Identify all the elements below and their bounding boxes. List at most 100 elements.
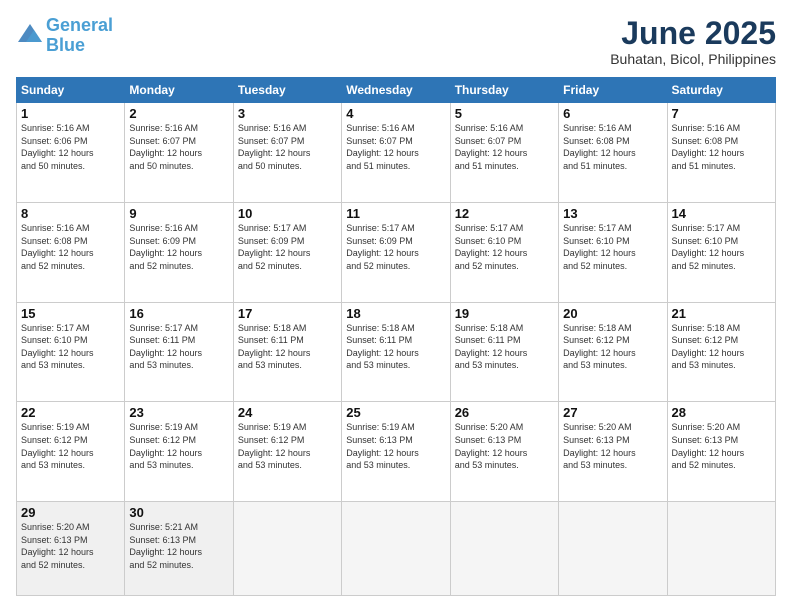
calendar-cell: 28Sunrise: 5:20 AM Sunset: 6:13 PM Dayli… [667,402,775,502]
calendar-week-1: 1Sunrise: 5:16 AM Sunset: 6:06 PM Daylig… [17,103,776,203]
weekday-monday: Monday [125,78,233,103]
calendar-cell: 27Sunrise: 5:20 AM Sunset: 6:13 PM Dayli… [559,402,667,502]
calendar-cell: 23Sunrise: 5:19 AM Sunset: 6:12 PM Dayli… [125,402,233,502]
day-info: Sunrise: 5:17 AM Sunset: 6:10 PM Dayligh… [455,222,554,272]
day-number: 21 [672,306,771,321]
calendar-cell: 21Sunrise: 5:18 AM Sunset: 6:12 PM Dayli… [667,302,775,402]
logo: General Blue [16,16,113,56]
day-number: 19 [455,306,554,321]
day-info: Sunrise: 5:17 AM Sunset: 6:11 PM Dayligh… [129,322,228,372]
weekday-friday: Friday [559,78,667,103]
day-number: 28 [672,405,771,420]
day-info: Sunrise: 5:19 AM Sunset: 6:12 PM Dayligh… [238,421,337,471]
page: General Blue June 2025 Buhatan, Bicol, P… [0,0,792,612]
calendar-cell: 9Sunrise: 5:16 AM Sunset: 6:09 PM Daylig… [125,202,233,302]
day-number: 23 [129,405,228,420]
day-info: Sunrise: 5:17 AM Sunset: 6:10 PM Dayligh… [672,222,771,272]
day-info: Sunrise: 5:19 AM Sunset: 6:13 PM Dayligh… [346,421,445,471]
calendar-cell: 6Sunrise: 5:16 AM Sunset: 6:08 PM Daylig… [559,103,667,203]
calendar-cell: 16Sunrise: 5:17 AM Sunset: 6:11 PM Dayli… [125,302,233,402]
calendar-cell: 3Sunrise: 5:16 AM Sunset: 6:07 PM Daylig… [233,103,341,203]
calendar-cell [450,502,558,596]
day-info: Sunrise: 5:16 AM Sunset: 6:07 PM Dayligh… [346,122,445,172]
day-info: Sunrise: 5:16 AM Sunset: 6:07 PM Dayligh… [455,122,554,172]
calendar-cell: 30Sunrise: 5:21 AM Sunset: 6:13 PM Dayli… [125,502,233,596]
day-number: 27 [563,405,662,420]
calendar-table: SundayMondayTuesdayWednesdayThursdayFrid… [16,77,776,596]
day-number: 30 [129,505,228,520]
day-info: Sunrise: 5:16 AM Sunset: 6:07 PM Dayligh… [238,122,337,172]
calendar-cell: 26Sunrise: 5:20 AM Sunset: 6:13 PM Dayli… [450,402,558,502]
day-number: 25 [346,405,445,420]
calendar-cell: 4Sunrise: 5:16 AM Sunset: 6:07 PM Daylig… [342,103,450,203]
day-info: Sunrise: 5:18 AM Sunset: 6:12 PM Dayligh… [672,322,771,372]
day-info: Sunrise: 5:19 AM Sunset: 6:12 PM Dayligh… [21,421,120,471]
logo-text: General Blue [46,16,113,56]
day-number: 20 [563,306,662,321]
location: Buhatan, Bicol, Philippines [610,51,776,67]
day-info: Sunrise: 5:20 AM Sunset: 6:13 PM Dayligh… [21,521,120,571]
calendar-cell: 22Sunrise: 5:19 AM Sunset: 6:12 PM Dayli… [17,402,125,502]
day-number: 24 [238,405,337,420]
weekday-wednesday: Wednesday [342,78,450,103]
calendar-cell: 5Sunrise: 5:16 AM Sunset: 6:07 PM Daylig… [450,103,558,203]
logo-line2: Blue [46,35,85,55]
day-number: 14 [672,206,771,221]
day-info: Sunrise: 5:21 AM Sunset: 6:13 PM Dayligh… [129,521,228,571]
day-number: 7 [672,106,771,121]
day-number: 2 [129,106,228,121]
calendar-cell: 29Sunrise: 5:20 AM Sunset: 6:13 PM Dayli… [17,502,125,596]
calendar-cell: 17Sunrise: 5:18 AM Sunset: 6:11 PM Dayli… [233,302,341,402]
day-info: Sunrise: 5:16 AM Sunset: 6:08 PM Dayligh… [672,122,771,172]
day-number: 17 [238,306,337,321]
day-info: Sunrise: 5:17 AM Sunset: 6:09 PM Dayligh… [346,222,445,272]
calendar-cell [342,502,450,596]
calendar-cell: 7Sunrise: 5:16 AM Sunset: 6:08 PM Daylig… [667,103,775,203]
day-info: Sunrise: 5:20 AM Sunset: 6:13 PM Dayligh… [455,421,554,471]
day-info: Sunrise: 5:16 AM Sunset: 6:09 PM Dayligh… [129,222,228,272]
header: General Blue June 2025 Buhatan, Bicol, P… [16,16,776,67]
day-info: Sunrise: 5:18 AM Sunset: 6:12 PM Dayligh… [563,322,662,372]
weekday-thursday: Thursday [450,78,558,103]
weekday-tuesday: Tuesday [233,78,341,103]
weekday-sunday: Sunday [17,78,125,103]
day-number: 18 [346,306,445,321]
day-number: 1 [21,106,120,121]
calendar-cell: 8Sunrise: 5:16 AM Sunset: 6:08 PM Daylig… [17,202,125,302]
day-info: Sunrise: 5:20 AM Sunset: 6:13 PM Dayligh… [672,421,771,471]
calendar-week-4: 22Sunrise: 5:19 AM Sunset: 6:12 PM Dayli… [17,402,776,502]
day-number: 16 [129,306,228,321]
day-info: Sunrise: 5:19 AM Sunset: 6:12 PM Dayligh… [129,421,228,471]
day-number: 6 [563,106,662,121]
day-number: 9 [129,206,228,221]
day-info: Sunrise: 5:16 AM Sunset: 6:07 PM Dayligh… [129,122,228,172]
day-number: 29 [21,505,120,520]
month-title: June 2025 [610,16,776,51]
calendar-cell: 14Sunrise: 5:17 AM Sunset: 6:10 PM Dayli… [667,202,775,302]
calendar-cell [233,502,341,596]
logo-line1: General [46,15,113,35]
day-info: Sunrise: 5:17 AM Sunset: 6:10 PM Dayligh… [563,222,662,272]
calendar-cell: 12Sunrise: 5:17 AM Sunset: 6:10 PM Dayli… [450,202,558,302]
calendar-week-2: 8Sunrise: 5:16 AM Sunset: 6:08 PM Daylig… [17,202,776,302]
calendar-cell [667,502,775,596]
day-number: 10 [238,206,337,221]
day-info: Sunrise: 5:16 AM Sunset: 6:06 PM Dayligh… [21,122,120,172]
calendar-cell: 18Sunrise: 5:18 AM Sunset: 6:11 PM Dayli… [342,302,450,402]
calendar-cell: 15Sunrise: 5:17 AM Sunset: 6:10 PM Dayli… [17,302,125,402]
day-info: Sunrise: 5:17 AM Sunset: 6:09 PM Dayligh… [238,222,337,272]
day-number: 5 [455,106,554,121]
day-info: Sunrise: 5:18 AM Sunset: 6:11 PM Dayligh… [455,322,554,372]
day-number: 8 [21,206,120,221]
day-number: 22 [21,405,120,420]
day-number: 15 [21,306,120,321]
weekday-saturday: Saturday [667,78,775,103]
day-number: 11 [346,206,445,221]
calendar-week-5: 29Sunrise: 5:20 AM Sunset: 6:13 PM Dayli… [17,502,776,596]
day-info: Sunrise: 5:16 AM Sunset: 6:08 PM Dayligh… [563,122,662,172]
day-number: 3 [238,106,337,121]
day-info: Sunrise: 5:20 AM Sunset: 6:13 PM Dayligh… [563,421,662,471]
day-info: Sunrise: 5:16 AM Sunset: 6:08 PM Dayligh… [21,222,120,272]
day-info: Sunrise: 5:18 AM Sunset: 6:11 PM Dayligh… [346,322,445,372]
calendar-cell: 10Sunrise: 5:17 AM Sunset: 6:09 PM Dayli… [233,202,341,302]
